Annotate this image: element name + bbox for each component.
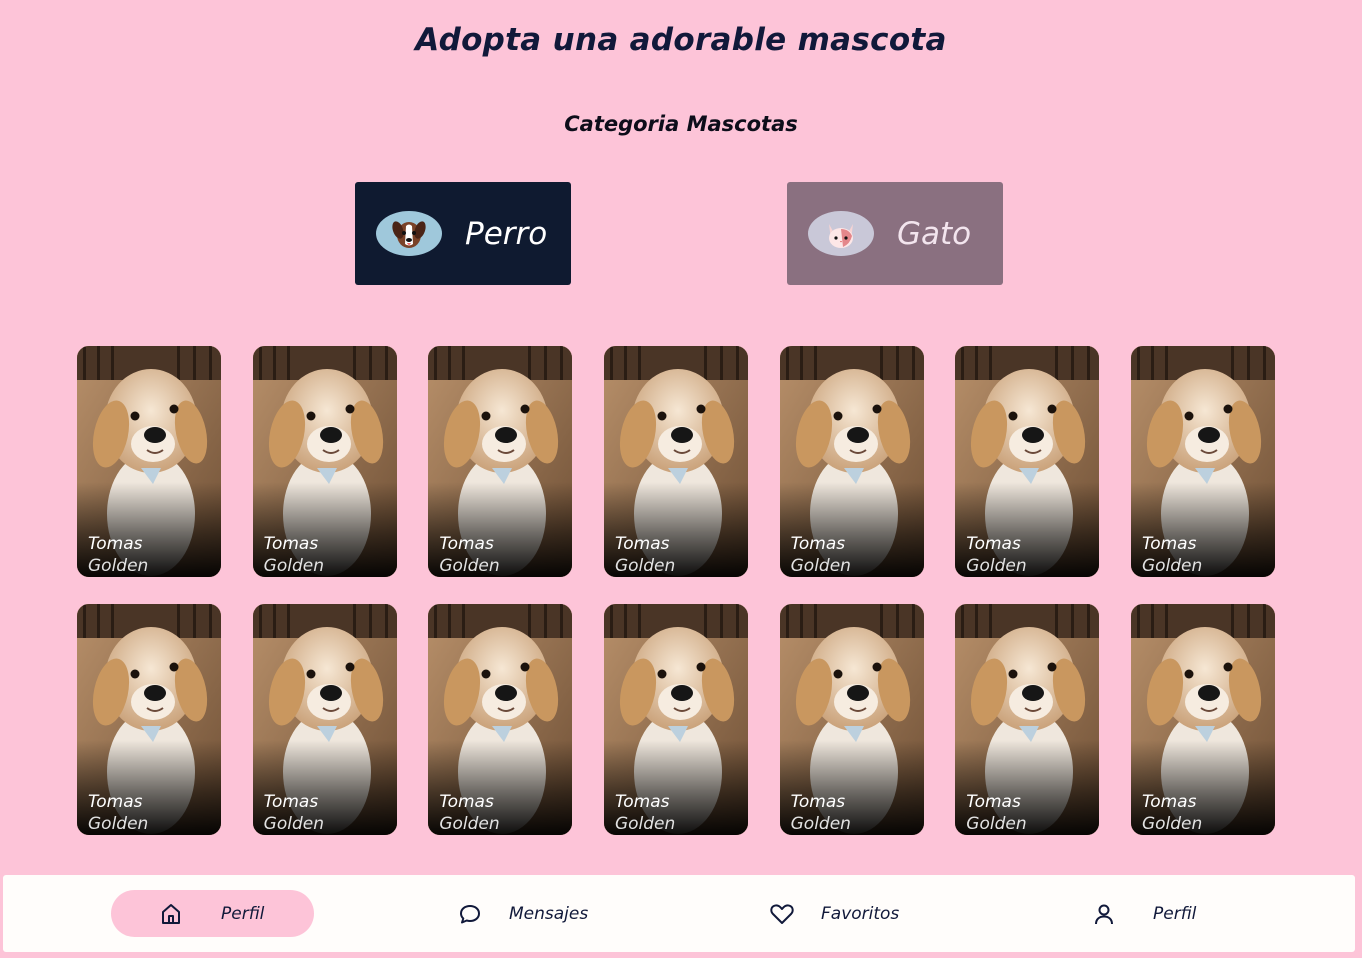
pet-breed: Golden bbox=[1141, 556, 1203, 576]
pet-name: Tomas bbox=[790, 792, 846, 812]
pet-card[interactable]: Tomas Golden bbox=[1130, 604, 1275, 835]
pet-card[interactable]: Tomas Golden bbox=[77, 604, 221, 835]
pet-breed: Golden bbox=[439, 814, 500, 834]
nav-label-messages: Mensajes bbox=[509, 903, 589, 924]
category-dog-label: Perro bbox=[465, 215, 548, 252]
pet-card[interactable]: Tomas Golden bbox=[779, 604, 924, 835]
category-dog-button[interactable]: Perro bbox=[355, 182, 571, 285]
nav-item-home[interactable]: Perfil bbox=[111, 890, 314, 937]
pet-breed: Golden bbox=[88, 556, 149, 576]
bottom-navigation: Perfil Mensajes Favoritos Perfil bbox=[3, 875, 1355, 952]
pet-name: Tomas bbox=[614, 534, 670, 554]
heart-icon bbox=[769, 902, 795, 926]
pet-name: Tomas bbox=[1141, 792, 1197, 812]
pet-breed: Golden bbox=[790, 556, 851, 576]
pet-breed: Golden bbox=[439, 556, 500, 576]
category-heading: Categoria Mascotas bbox=[564, 112, 798, 136]
nav-label-favorites: Favoritos bbox=[821, 903, 900, 924]
pet-card[interactable]: Tomas Golden bbox=[955, 604, 1100, 835]
pet-card[interactable]: Tomas Golden bbox=[252, 346, 397, 577]
category-cat-label: Gato bbox=[897, 215, 972, 252]
pet-breed: Golden bbox=[263, 814, 324, 834]
pet-breed: Golden bbox=[88, 814, 149, 834]
pet-name: Tomas bbox=[966, 534, 1021, 554]
pet-breed: Golden bbox=[966, 814, 1027, 834]
pet-name: Tomas bbox=[263, 534, 319, 554]
pet-grid: Tomas Golden Tomas Golden Tomas Golden T… bbox=[77, 346, 1275, 835]
pet-name: Tomas bbox=[439, 534, 494, 554]
pet-name: Tomas bbox=[1141, 534, 1197, 554]
pet-name: Tomas bbox=[88, 534, 143, 554]
pet-breed: Golden bbox=[1141, 814, 1203, 834]
pet-card[interactable]: Tomas Golden bbox=[779, 346, 924, 577]
pet-card[interactable]: Tomas Golden bbox=[1130, 346, 1275, 577]
nav-item-favorites[interactable]: Favoritos bbox=[769, 890, 949, 937]
home-icon bbox=[159, 902, 183, 926]
chat-icon bbox=[458, 902, 482, 926]
nav-item-profile[interactable]: Perfil bbox=[1093, 890, 1243, 937]
pet-name: Tomas bbox=[614, 792, 670, 812]
pet-card[interactable]: Tomas Golden bbox=[603, 604, 748, 835]
pet-name: Tomas bbox=[966, 792, 1021, 812]
pet-card[interactable]: Tomas Golden bbox=[428, 346, 573, 577]
pet-name: Tomas bbox=[88, 792, 143, 812]
nav-label-home: Perfil bbox=[221, 903, 265, 924]
pet-card[interactable]: Tomas Golden bbox=[252, 604, 397, 835]
page-title: Adopta una adorable mascota bbox=[415, 22, 947, 58]
pet-name: Tomas bbox=[263, 792, 319, 812]
pet-card[interactable]: Tomas Golden bbox=[603, 346, 748, 577]
category-cat-button[interactable]: Gato bbox=[787, 182, 1003, 285]
pet-breed: Golden bbox=[790, 814, 851, 834]
nav-label-profile: Perfil bbox=[1153, 903, 1197, 924]
cat-icon bbox=[808, 211, 874, 256]
pet-card[interactable]: Tomas Golden bbox=[955, 346, 1100, 577]
pet-name: Tomas bbox=[439, 792, 494, 812]
pet-card[interactable]: Tomas Golden bbox=[77, 346, 221, 577]
pet-breed: Golden bbox=[614, 556, 676, 576]
pet-breed: Golden bbox=[263, 556, 324, 576]
nav-item-messages[interactable]: Mensajes bbox=[458, 890, 638, 937]
pet-name: Tomas bbox=[790, 534, 846, 554]
pet-card[interactable]: Tomas Golden bbox=[428, 604, 573, 835]
user-icon bbox=[1093, 902, 1115, 926]
dog-icon bbox=[376, 211, 442, 256]
pet-breed: Golden bbox=[966, 556, 1027, 576]
pet-breed: Golden bbox=[614, 814, 676, 834]
